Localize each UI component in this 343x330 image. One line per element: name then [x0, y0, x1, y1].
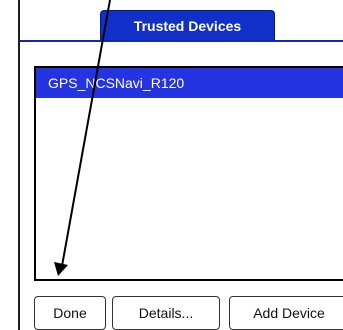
details-button[interactable]: Details... — [112, 296, 220, 330]
tab-trusted-devices[interactable]: Trusted Devices — [100, 10, 275, 40]
trusted-devices-list[interactable]: GPS_NCSNavi_R120 — [34, 66, 343, 281]
panel-left-border — [18, 0, 20, 330]
done-button[interactable]: Done — [34, 296, 106, 330]
add-device-button[interactable]: Add Device — [229, 296, 343, 330]
trusted-devices-panel: Trusted Devices GPS_NCSNavi_R120 Done De… — [0, 0, 343, 330]
list-item-device[interactable]: GPS_NCSNavi_R120 — [36, 68, 343, 98]
